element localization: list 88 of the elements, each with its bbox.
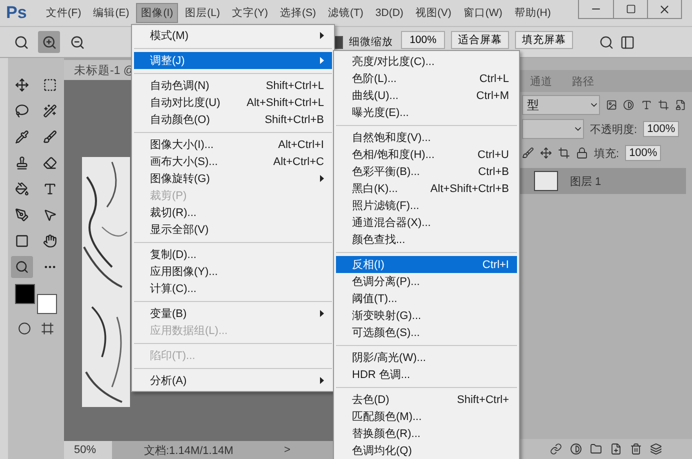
checkbox-label: 细微缩放: [349, 35, 393, 49]
layer-name: 图层 1: [570, 174, 602, 188]
menu-bar-item[interactable]: 文字(Y): [226, 3, 273, 23]
brush-lock-icon[interactable]: [522, 147, 534, 159]
zoom-icon: [15, 260, 29, 274]
move-lock-icon[interactable]: [540, 147, 552, 159]
fill-field[interactable]: 100%: [625, 145, 662, 161]
status-arrow[interactable]: >: [284, 444, 290, 456]
trash-icon[interactable]: [630, 443, 642, 455]
lock-icon[interactable]: [576, 147, 588, 159]
menu-item[interactable]: 色相/饱和度(H)... Ctrl+U: [336, 146, 517, 163]
adjustment-icon[interactable]: [570, 443, 582, 455]
menu-item[interactable]: 渐变映射(G)...: [336, 307, 517, 324]
menu-item[interactable]: 变量(B): [134, 305, 332, 322]
menu-bar-item[interactable]: 视图(V): [410, 3, 456, 23]
menu-item[interactable]: 裁切(R)...: [134, 204, 332, 221]
foreground-color-swatch[interactable]: [15, 284, 35, 304]
menu-item[interactable]: 自动对比度(U) Alt+Shift+Ctrl+L: [134, 94, 332, 111]
adjustment-filter-icon[interactable]: [623, 99, 635, 111]
option-button[interactable]: 100%: [401, 31, 445, 49]
menu-item[interactable]: 颜色查找...: [336, 231, 517, 248]
layers-icon[interactable]: [650, 443, 662, 455]
menu-item[interactable]: 照片滤镜(F)...: [336, 197, 517, 214]
menu-item[interactable]: 色调均化(Q): [336, 442, 517, 459]
menu-bar-item[interactable]: 图像(I): [136, 3, 178, 23]
menu-item[interactable]: 调整(J): [134, 52, 332, 69]
menu-item[interactable]: 反相(I) Ctrl+I: [336, 256, 517, 273]
menu-item[interactable]: 自动色调(N) Shift+Ctrl+L: [134, 77, 332, 94]
menu-item[interactable]: 曲线(U)... Ctrl+M: [336, 87, 517, 104]
close-icon: [658, 2, 671, 16]
option-button[interactable]: 填充屏幕: [515, 31, 573, 49]
menu-bar-item[interactable]: 滤镜(T): [322, 3, 368, 23]
menu-item[interactable]: 模式(M): [134, 27, 332, 44]
menu-bar-item[interactable]: 窗口(W): [458, 3, 508, 23]
background-color-swatch[interactable]: [37, 294, 57, 314]
menu-item[interactable]: 黑白(K)... Alt+Shift+Ctrl+B: [336, 180, 517, 197]
type-filter-icon[interactable]: [640, 99, 652, 111]
menu-item[interactable]: 自然饱和度(V)...: [336, 129, 517, 146]
image-filter-icon[interactable]: [606, 99, 618, 111]
new-layer-icon[interactable]: [610, 443, 622, 455]
menu-item[interactable]: HDR 色调...: [336, 366, 517, 383]
zoom-out-icon: [70, 34, 84, 50]
menu-item[interactable]: 通道混合器(X)...: [336, 214, 517, 231]
folder-icon[interactable]: [590, 443, 602, 455]
zoom-field[interactable]: 50%: [64, 441, 112, 459]
zoom-in-button[interactable]: [38, 31, 60, 53]
menu-item[interactable]: 显示全部(V): [134, 221, 332, 238]
menu-item[interactable]: 图像旋转(G): [134, 170, 332, 187]
menu-item[interactable]: 色彩平衡(B)... Ctrl+B: [336, 163, 517, 180]
menu-item[interactable]: 分析(A): [134, 372, 332, 389]
layer-row[interactable]: 图层 1: [520, 168, 686, 194]
opacity-label: 不透明度:: [590, 122, 638, 136]
menu-item[interactable]: 去色(D) Shift+Ctrl+: [336, 391, 517, 408]
menu-item[interactable]: 替换颜色(R)...: [336, 425, 517, 442]
menu-bar-item[interactable]: 图层(L): [180, 3, 225, 23]
option-button[interactable]: 适合屏幕: [451, 31, 509, 49]
menu-bar-item[interactable]: 文件(F): [40, 3, 86, 23]
menu-item[interactable]: 可选颜色(S)...: [336, 324, 517, 341]
menu-item[interactable]: 阈值(T)...: [336, 290, 517, 307]
menu-item[interactable]: 阴影/高光(W)...: [336, 349, 517, 366]
link-icon[interactable]: [550, 443, 562, 455]
maximize-icon: [626, 4, 636, 14]
menu-item[interactable]: 色阶(L)... Ctrl+L: [336, 70, 517, 87]
menu-item[interactable]: 色调分离(P)...: [336, 273, 517, 290]
zoom-tool-button[interactable]: [11, 256, 33, 278]
menu-item[interactable]: 应用图像(Y)...: [134, 263, 332, 280]
menu-item[interactable]: 亮度/对比度(C)...: [336, 53, 517, 70]
filter-dropdown[interactable]: 型: [522, 95, 600, 115]
app-logo: Ps: [6, 3, 27, 23]
workspace-icon[interactable]: [620, 34, 635, 50]
zoom-in-icon: [42, 34, 56, 50]
layer-thumbnail: [534, 171, 558, 191]
menu-bar-item[interactable]: 帮助(H): [509, 3, 556, 23]
zoom-icon: [14, 34, 28, 50]
menu-item[interactable]: 曝光度(E)...: [336, 104, 517, 121]
document-info: 文档:1.14M/1.14M: [144, 444, 234, 458]
menu-item[interactable]: 画布大小(S)... Alt+Ctrl+C: [134, 153, 332, 170]
menu-item[interactable]: 计算(C)...: [134, 280, 332, 297]
menu-item[interactable]: 自动颜色(O) Shift+Ctrl+B: [134, 111, 332, 128]
menu-item[interactable]: 复制(D)...: [134, 246, 332, 263]
menu-bar-item[interactable]: 编辑(E): [88, 3, 134, 23]
menu-bar-item[interactable]: 选择(S): [274, 3, 321, 23]
opacity-field[interactable]: 100%: [643, 121, 680, 137]
search-icon[interactable]: [599, 34, 614, 50]
menu-item[interactable]: 匹配颜色(M)...: [336, 408, 517, 425]
fill-label: 填充:: [594, 146, 620, 160]
menu-bar-item[interactable]: 3D(D): [370, 4, 408, 22]
menu-item[interactable]: 图像大小(I)... Alt+Ctrl+I: [134, 136, 332, 153]
